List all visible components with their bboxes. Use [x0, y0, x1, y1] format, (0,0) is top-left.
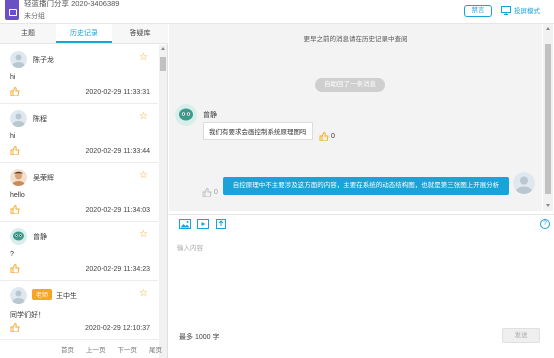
help-icon[interactable]: ?: [540, 219, 550, 229]
message-input[interactable]: [169, 236, 554, 326]
timestamp: 2020-02-29 11:34:23: [85, 266, 150, 273]
app-logo-icon: [5, 0, 19, 20]
header: 轻蓝播门分享 2020-3406389 未分组 禁言 投屏模式: [0, 0, 554, 24]
avatar: [10, 287, 27, 304]
scroll-down-icon[interactable]: [546, 204, 550, 207]
message-text: hi: [10, 133, 16, 140]
left-panel: 主题 历史记录 答疑库 陈子龙 ☆ hi 2020-02-29 11:33:31…: [0, 24, 168, 358]
file-upload-icon[interactable]: [215, 219, 227, 229]
prev-page-link[interactable]: 上一页: [86, 344, 106, 354]
star-icon[interactable]: ☆: [139, 230, 148, 240]
like-count: 0: [331, 133, 335, 140]
scroll-up-icon[interactable]: [161, 47, 165, 50]
chat-panel: 更早之前的消息请在历史记录中查阅 自助回了一条消息 曾静 我们有要求会画控制系统…: [169, 24, 554, 358]
like-button[interactable]: 0: [319, 132, 335, 141]
message-list: 陈子龙 ☆ hi 2020-02-29 11:33:31 陈程 ☆ hi 202…: [0, 45, 158, 358]
timestamp: 2020-02-29 12:10:37: [85, 325, 150, 332]
group-label: 未分组: [24, 13, 45, 20]
star-icon[interactable]: ☆: [139, 171, 148, 181]
outgoing-message-bubble: 自控原理中不主要涉及这方面的内容，主要在系统的动态结构图，也就是第三张图上开展分…: [223, 177, 509, 195]
avatar: [10, 110, 27, 127]
star-icon[interactable]: ☆: [139, 112, 148, 122]
thumbs-up-icon[interactable]: [10, 205, 20, 216]
message-text: hello: [10, 192, 25, 199]
mute-button[interactable]: 禁言: [464, 5, 492, 17]
sender-name: 曾静: [33, 234, 47, 241]
timestamp: 2020-02-29 11:33:31: [85, 89, 150, 96]
scroll-thumb[interactable]: [545, 44, 551, 194]
message-input-area: [169, 236, 554, 326]
scroll-thumb[interactable]: [160, 57, 166, 71]
first-page-link[interactable]: 首页: [61, 344, 74, 354]
timestamp: 2020-02-29 11:34:03: [85, 207, 150, 214]
star-icon[interactable]: ☆: [139, 289, 148, 299]
sender-name: 曾静: [203, 112, 217, 119]
composer-toolbar: [169, 214, 554, 232]
avatar: [10, 228, 27, 245]
message-text: ?: [10, 251, 14, 258]
thumbs-up-icon: [319, 132, 329, 141]
video-icon[interactable]: [197, 219, 209, 229]
like-button[interactable]: 0: [202, 188, 218, 197]
thumbs-up-icon[interactable]: [10, 146, 20, 157]
tab-bar: 主题 历史记录 答疑库: [0, 24, 168, 44]
thumbs-up-icon[interactable]: [10, 323, 20, 334]
thumbs-up-icon: [202, 188, 212, 197]
list-item[interactable]: 曾静 ☆ ? 2020-02-29 11:34:23: [0, 222, 158, 281]
char-limit-label: 最多 1000 字: [179, 334, 220, 341]
tab-history[interactable]: 历史记录: [56, 24, 112, 43]
message-text: 同学们好！: [10, 312, 45, 319]
image-icon[interactable]: [179, 219, 191, 229]
sender-name: 陈程: [33, 116, 47, 123]
chat-scrollbar[interactable]: [543, 24, 553, 211]
projection-mode-button[interactable]: 投屏模式: [501, 5, 540, 15]
list-item[interactable]: 吴荣辉 ☆ hello 2020-02-29 11:34:03: [0, 163, 158, 222]
history-hint: 更早之前的消息请在历史记录中查阅: [303, 36, 408, 43]
tab-topics[interactable]: 主题: [0, 24, 56, 43]
sender-name: 陈子龙: [33, 57, 54, 64]
avatar: [10, 51, 27, 68]
message-text: hi: [10, 74, 16, 81]
avatar: [175, 104, 197, 126]
next-page-link[interactable]: 下一页: [118, 344, 138, 354]
scroll-up-icon[interactable]: [546, 27, 550, 30]
send-button[interactable]: 发送: [502, 328, 540, 343]
monitor-icon: [501, 5, 511, 15]
star-icon[interactable]: ☆: [139, 53, 148, 63]
tab-qa-library[interactable]: 答疑库: [112, 24, 168, 43]
list-item[interactable]: 陈子龙 ☆ hi 2020-02-29 11:33:31: [0, 45, 158, 104]
sender-name: 吴荣辉: [33, 175, 54, 182]
list-item[interactable]: 陈程 ☆ hi 2020-02-29 11:33:44: [0, 104, 158, 163]
pagination: 首页 上一页 下一页 尾页: [0, 341, 168, 357]
recall-notice: 自助回了一条消息: [315, 78, 385, 92]
like-count: 0: [214, 189, 218, 196]
avatar: [513, 172, 535, 194]
chat-area: 更早之前的消息请在历史记录中查阅 自助回了一条消息 曾静 我们有要求会画控制系统…: [169, 24, 542, 211]
teacher-badge: 老师: [32, 289, 53, 300]
sender-name: 王中生: [56, 293, 77, 300]
list-scrollbar[interactable]: [159, 45, 167, 358]
course-title: 轻蓝播门分享 2020-3406389: [24, 0, 120, 8]
incoming-message-bubble: 我们有要求会画控制系统原理图吗: [203, 122, 313, 140]
thumbs-up-icon[interactable]: [10, 87, 20, 98]
thumbs-up-icon[interactable]: [10, 264, 20, 275]
avatar: [10, 169, 27, 186]
list-item[interactable]: 老师 王中生 ☆ 同学们好！ 2020-02-29 12:10:37: [0, 281, 158, 340]
last-page-link[interactable]: 尾页: [149, 344, 162, 354]
projection-label: 投屏模式: [514, 8, 540, 15]
timestamp: 2020-02-29 11:33:44: [85, 148, 150, 155]
